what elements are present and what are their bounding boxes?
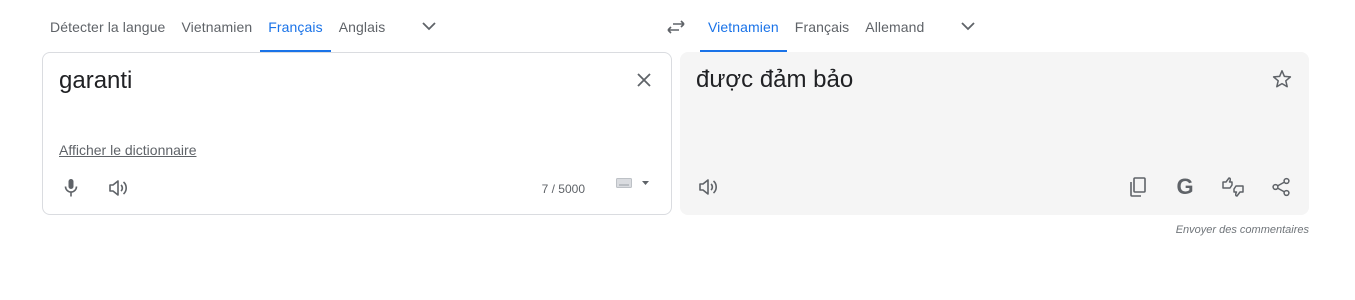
rate-translation-button[interactable] <box>1220 174 1246 200</box>
save-translation-button[interactable] <box>1269 66 1295 92</box>
target-tab-vietnamese[interactable]: Vietnamien <box>700 0 787 52</box>
more-target-languages-button[interactable] <box>948 6 988 46</box>
listen-source-button[interactable] <box>105 175 131 201</box>
source-tab-french[interactable]: Français <box>260 0 332 52</box>
close-icon <box>637 73 651 87</box>
listen-translation-button[interactable] <box>695 174 721 200</box>
translation-panel: được đảm bảo G <box>680 52 1309 215</box>
google-icon: G <box>1176 174 1194 199</box>
microphone-icon <box>64 179 78 197</box>
source-text-input[interactable]: garanti <box>59 67 132 95</box>
copy-translation-button[interactable] <box>1125 174 1151 200</box>
chevron-down-icon <box>961 21 976 30</box>
source-tab-english[interactable]: Anglais <box>331 0 394 52</box>
speaker-icon <box>699 179 718 195</box>
source-text-panel: garanti Afficher le dictionnaire 7 / 500… <box>42 52 672 215</box>
source-tab-vietnamese[interactable]: Vietnamien <box>173 0 260 52</box>
source-language-bar: Détecter la langue Vietnamien Français A… <box>42 0 449 52</box>
swap-languages-button[interactable] <box>663 14 689 40</box>
target-tab-german[interactable]: Allemand <box>857 0 932 52</box>
star-icon <box>1272 70 1292 88</box>
chevron-down-icon <box>422 21 436 30</box>
share-translation-button[interactable] <box>1268 174 1294 200</box>
share-icon <box>1272 177 1290 197</box>
caret-down-icon <box>642 181 649 185</box>
swap-languages-icon <box>667 20 685 34</box>
target-language-bar: Vietnamien Français Allemand <box>700 0 988 52</box>
character-count: 7 / 5000 <box>541 182 585 196</box>
target-tab-french[interactable]: Français <box>787 0 857 52</box>
translation-text: được đảm bảo <box>696 66 854 93</box>
clear-source-text-button[interactable] <box>631 67 657 93</box>
show-dictionary-link[interactable]: Afficher le dictionnaire <box>59 142 196 158</box>
copy-icon <box>1130 177 1146 197</box>
voice-input-button[interactable] <box>58 175 84 201</box>
more-source-languages-button[interactable] <box>409 6 449 46</box>
google-search-button[interactable]: G <box>1172 174 1198 200</box>
source-tab-detect-language[interactable]: Détecter la langue <box>42 0 173 52</box>
speaker-icon <box>109 180 128 196</box>
rate-translation-icon <box>1222 177 1244 197</box>
send-feedback-link[interactable]: Envoyer des commentaires <box>1176 224 1309 236</box>
keyboard-icon <box>616 178 632 188</box>
input-tools-button[interactable] <box>616 178 649 188</box>
